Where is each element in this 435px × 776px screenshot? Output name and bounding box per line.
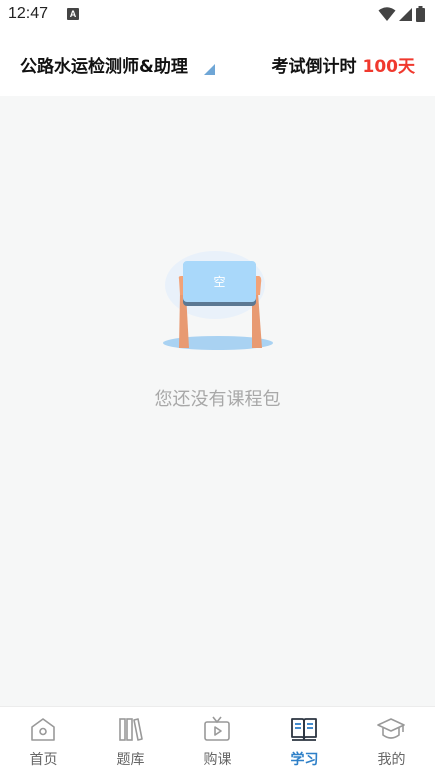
home-icon	[31, 718, 55, 741]
wifi-icon	[378, 7, 396, 21]
empty-message: 您还没有课程包	[154, 389, 281, 410]
notification-a-icon: A	[67, 8, 79, 20]
countdown-label: 考试倒计时	[271, 57, 357, 77]
tab-label: 购课	[203, 752, 232, 768]
tv-play-icon	[204, 716, 230, 741]
tab-study[interactable]: 学习	[261, 707, 348, 775]
signal-icon	[399, 7, 412, 21]
tab-home[interactable]: 首页	[0, 707, 87, 775]
bottom-tabbar: 首页 题库 购课 学习 我的	[0, 706, 435, 776]
status-time: 12:47	[8, 5, 49, 22]
graduation-cap-icon	[377, 718, 405, 739]
tab-label: 首页	[29, 752, 58, 768]
status-indicators	[378, 6, 425, 22]
tab-buy-course[interactable]: 购课	[174, 707, 261, 775]
dropdown-triangle-icon[interactable]	[204, 64, 215, 75]
exam-countdown: 考试倒计时 100天	[272, 52, 416, 77]
battery-icon	[416, 6, 425, 22]
tab-question-bank[interactable]: 题库	[87, 707, 174, 775]
header: 公路水运检测师&助理 考试倒计时 100天	[0, 30, 435, 96]
tab-label: 题库	[116, 752, 145, 768]
books-icon	[119, 718, 143, 741]
content-area: 空 您还没有课程包	[0, 96, 435, 706]
tab-label: 学习	[290, 752, 319, 768]
exam-selector[interactable]: 公路水运检测师&助理	[20, 52, 188, 77]
empty-state-illustration: 空	[163, 251, 273, 350]
empty-sign-text: 空	[213, 275, 225, 289]
tab-mine[interactable]: 我的	[348, 707, 435, 775]
tab-label: 我的	[377, 752, 406, 768]
countdown-days: 100天	[362, 57, 416, 77]
open-book-icon	[291, 718, 317, 741]
status-bar: 12:47 A	[0, 0, 435, 30]
